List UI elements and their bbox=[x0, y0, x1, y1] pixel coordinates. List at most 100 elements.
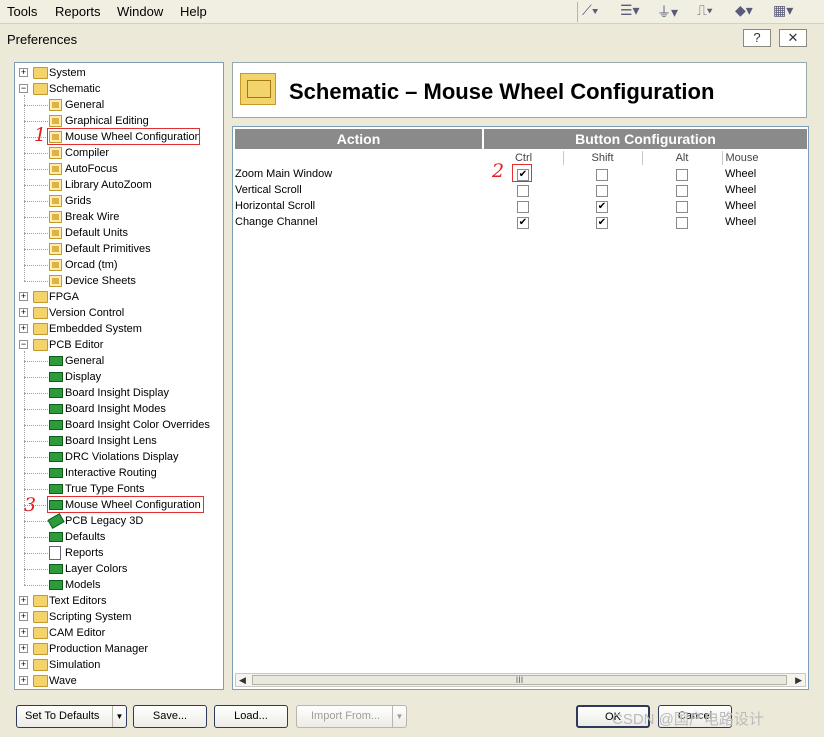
power-icon[interactable]: ⎍▾ bbox=[697, 2, 727, 22]
mouse-value[interactable]: Wheel bbox=[725, 216, 756, 228]
shift-checkbox[interactable] bbox=[596, 169, 608, 181]
folder-icon bbox=[33, 675, 48, 687]
horizontal-scrollbar[interactable]: ◀ III ▶ bbox=[235, 673, 806, 687]
tree-item[interactable]: + Version Control bbox=[15, 305, 223, 321]
mouse-value[interactable]: Wheel bbox=[725, 200, 756, 212]
tree-item[interactable]: Break Wire bbox=[15, 209, 223, 225]
menu-window[interactable]: Window bbox=[117, 4, 163, 19]
annotation-box-3 bbox=[47, 496, 204, 513]
tree-item[interactable]: + CAM Editor bbox=[15, 625, 223, 641]
tree-item-label: Device Sheets bbox=[65, 275, 136, 287]
collapse-icon[interactable]: − bbox=[19, 84, 28, 93]
tree-item[interactable]: Display bbox=[15, 369, 223, 385]
shift-checkbox[interactable]: ✔ bbox=[596, 217, 608, 229]
ground-icon[interactable]: ⏚▾ bbox=[657, 2, 687, 22]
tree-item[interactable]: Compiler bbox=[15, 145, 223, 161]
alt-checkbox[interactable] bbox=[676, 217, 688, 229]
tree-item[interactable]: General bbox=[15, 97, 223, 113]
tree-item[interactable]: + Embedded System bbox=[15, 321, 223, 337]
shift-checkbox[interactable] bbox=[596, 185, 608, 197]
table-row: Vertical Scroll Wheel bbox=[233, 183, 808, 199]
tree-item[interactable]: Layer Colors bbox=[15, 561, 223, 577]
tree-item[interactable]: Board Insight Lens bbox=[15, 433, 223, 449]
pcb-icon bbox=[49, 388, 63, 398]
menu-help[interactable]: Help bbox=[180, 4, 207, 19]
expand-icon[interactable]: + bbox=[19, 676, 28, 685]
tree-item[interactable]: + FPGA bbox=[15, 289, 223, 305]
tree-item[interactable]: + Scripting System bbox=[15, 609, 223, 625]
mouse-value[interactable]: Wheel bbox=[725, 168, 756, 180]
chevron-down-icon[interactable]: ▼ bbox=[392, 706, 406, 727]
tree-item[interactable]: AutoFocus bbox=[15, 161, 223, 177]
tree-item[interactable]: Interactive Routing bbox=[15, 465, 223, 481]
tree-item[interactable]: Models bbox=[15, 577, 223, 593]
import-from-button[interactable]: Import From... ▼ bbox=[296, 705, 407, 728]
place-wire-icon[interactable]: ⟋▾ bbox=[582, 2, 612, 22]
annotation-1: 1 bbox=[34, 124, 47, 146]
tree-item[interactable]: + Wave bbox=[15, 673, 223, 689]
action-label: Change Channel bbox=[235, 216, 318, 228]
expand-icon[interactable]: + bbox=[19, 612, 28, 621]
expand-icon[interactable]: + bbox=[19, 308, 28, 317]
load-button[interactable]: Load... bbox=[214, 705, 288, 728]
close-button[interactable]: ✕ bbox=[779, 29, 807, 47]
junction-icon[interactable]: ◆▾ bbox=[735, 2, 765, 22]
expand-icon[interactable]: + bbox=[19, 628, 28, 637]
page-icon bbox=[49, 195, 62, 207]
tree-item[interactable]: Library AutoZoom bbox=[15, 177, 223, 193]
bus-icon[interactable]: ☰▾ bbox=[620, 2, 650, 22]
tree-item[interactable]: − Schematic bbox=[15, 81, 223, 97]
grid-icon[interactable]: ▦▾ bbox=[773, 2, 803, 22]
ctrl-checkbox[interactable] bbox=[517, 185, 529, 197]
tree-item[interactable]: + System bbox=[15, 65, 223, 81]
tree-item[interactable]: Reports bbox=[15, 545, 223, 561]
tree-item[interactable]: Board Insight Modes bbox=[15, 401, 223, 417]
tree-item[interactable]: + Production Manager bbox=[15, 641, 223, 657]
mouse-value[interactable]: Wheel bbox=[725, 184, 756, 196]
tree-item[interactable]: Default Units bbox=[15, 225, 223, 241]
expand-icon[interactable]: + bbox=[19, 292, 28, 301]
expand-icon[interactable]: + bbox=[19, 660, 28, 669]
alt-checkbox[interactable] bbox=[676, 169, 688, 181]
table-row: Change Channel ✔ ✔ Wheel bbox=[233, 215, 808, 231]
tree-item[interactable]: Defaults bbox=[15, 529, 223, 545]
expand-icon[interactable]: + bbox=[19, 324, 28, 333]
alt-checkbox[interactable] bbox=[676, 185, 688, 197]
help-button[interactable]: ? bbox=[743, 29, 771, 47]
tree-item[interactable]: Grids bbox=[15, 193, 223, 209]
tree-item[interactable]: + Text Editors bbox=[15, 593, 223, 609]
ctrl-checkbox[interactable] bbox=[517, 201, 529, 213]
tree-item[interactable]: Mouse Wheel Configuration bbox=[15, 496, 223, 513]
alt-checkbox[interactable] bbox=[676, 201, 688, 213]
tree-item[interactable]: General bbox=[15, 353, 223, 369]
tree-item[interactable]: Board Insight Color Overrides bbox=[15, 417, 223, 433]
tree-item[interactable]: Board Insight Display bbox=[15, 385, 223, 401]
tree-item[interactable]: DRC Violations Display bbox=[15, 449, 223, 465]
tree-item[interactable]: Mouse Wheel Configuration bbox=[15, 128, 223, 145]
tree-item[interactable]: Default Primitives bbox=[15, 241, 223, 257]
chevron-down-icon[interactable]: ▼ bbox=[112, 706, 126, 727]
shift-checkbox[interactable]: ✔ bbox=[596, 201, 608, 213]
tree-item[interactable]: Device Sheets bbox=[15, 273, 223, 289]
collapse-icon[interactable]: − bbox=[19, 340, 28, 349]
tree-item[interactable]: + Simulation bbox=[15, 657, 223, 673]
tree-item[interactable]: PCB Legacy 3D bbox=[15, 513, 223, 529]
ctrl-checkbox[interactable]: ✔ bbox=[517, 217, 529, 229]
set-to-defaults-button[interactable]: Set To Defaults ▼ bbox=[16, 705, 127, 728]
expand-icon[interactable]: + bbox=[19, 596, 28, 605]
save-button[interactable]: Save... bbox=[133, 705, 207, 728]
preferences-tree[interactable]: + System − Schematic General Graphical Editin… bbox=[14, 62, 224, 690]
tree-item[interactable]: Orcad (tm) bbox=[15, 257, 223, 273]
menu-tools[interactable]: Tools bbox=[7, 4, 37, 19]
tree-item[interactable]: Graphical Editing bbox=[15, 113, 223, 129]
expand-icon[interactable]: + bbox=[19, 644, 28, 653]
menu-reports[interactable]: Reports bbox=[55, 4, 101, 19]
scroll-thumb[interactable]: III bbox=[252, 675, 787, 685]
scroll-left-icon[interactable]: ◀ bbox=[239, 675, 246, 686]
tree-item[interactable]: True Type Fonts bbox=[15, 481, 223, 497]
tree-item-label: Board Insight Modes bbox=[65, 403, 166, 415]
scroll-right-icon[interactable]: ▶ bbox=[795, 675, 802, 686]
tree-item-label: Embedded System bbox=[49, 323, 142, 335]
expand-icon[interactable]: + bbox=[19, 68, 28, 77]
tree-item[interactable]: − PCB Editor bbox=[15, 337, 223, 353]
